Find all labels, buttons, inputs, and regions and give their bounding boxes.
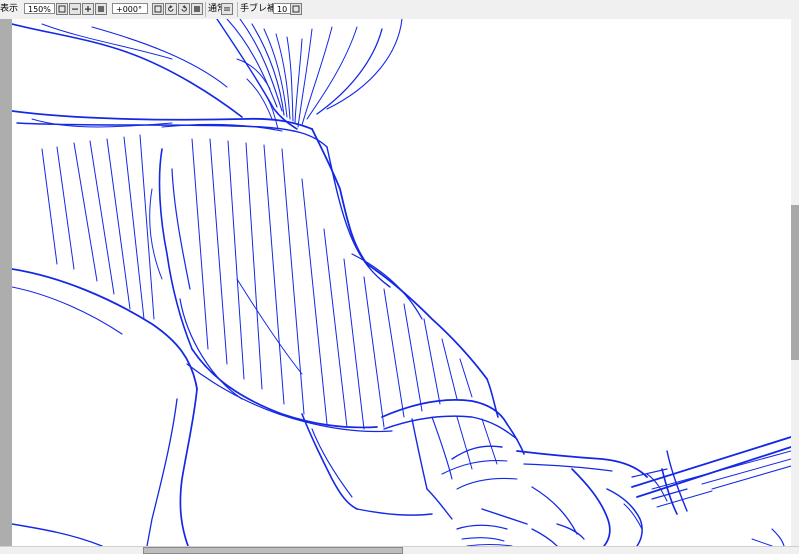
view-toolbar: 表示 150% +000° 通常 手ブレ補正 10 (0, 0, 799, 20)
horizontal-scrollbar-thumb[interactable] (143, 547, 403, 554)
rotate-ccw-icon[interactable] (165, 3, 177, 15)
display-label: 表示 (0, 4, 19, 14)
zoom-out-icon[interactable] (69, 3, 81, 15)
sketch-drawing (12, 19, 791, 546)
zoom-input[interactable]: 150% (24, 3, 55, 14)
left-panel-edge (0, 19, 12, 546)
vertical-scrollbar-thumb[interactable] (791, 205, 799, 360)
zoom-in-icon[interactable] (82, 3, 94, 15)
toolbar-separator (237, 2, 238, 17)
zoom-dropdown-icon[interactable] (56, 3, 68, 15)
rotation-input[interactable]: +000° (112, 3, 148, 14)
zoom-fit-icon[interactable] (95, 3, 107, 15)
stabilizer-dropdown-icon[interactable] (290, 3, 302, 15)
blend-mode-icon[interactable] (221, 3, 233, 15)
rotation-dropdown-icon[interactable] (152, 3, 164, 15)
rotate-reset-icon[interactable] (191, 3, 203, 15)
toolbar-separator (205, 2, 206, 17)
rotate-cw-icon[interactable] (178, 3, 190, 15)
drawing-canvas[interactable] (12, 19, 791, 546)
